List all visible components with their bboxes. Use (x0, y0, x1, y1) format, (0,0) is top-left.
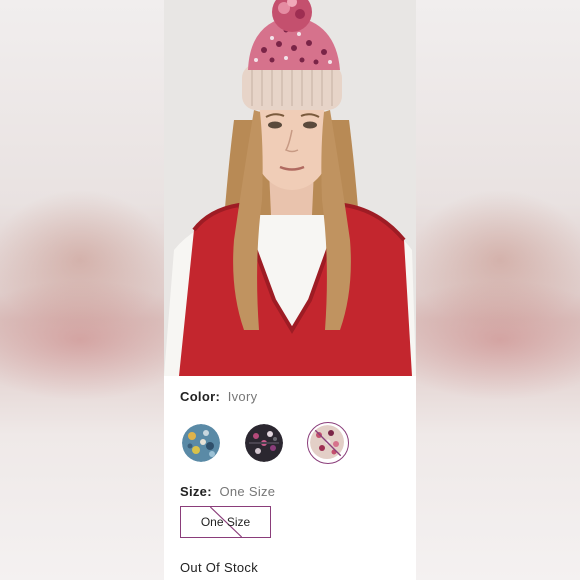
color-swatches (180, 422, 400, 464)
swatch-black-multi[interactable] (245, 424, 283, 462)
color-label: Color: (180, 389, 221, 404)
swatch-unavailable-icon (310, 425, 344, 459)
size-option-label: One Size (200, 515, 251, 529)
swatch-blue-multi[interactable] (182, 424, 220, 462)
swatch-pattern-icon (182, 424, 220, 462)
swatch-ivory-fill (310, 425, 346, 461)
swatch-ivory[interactable] (307, 422, 349, 464)
size-selector-label: Size: One Size (180, 484, 275, 499)
product-photo (164, 0, 416, 376)
color-selector-label: Color: Ivory (180, 389, 257, 404)
stock-status: Out Of Stock (180, 560, 259, 575)
size-label: Size: (180, 484, 212, 499)
product-panel: Color: Ivory Size: One Size One Size Out… (164, 0, 416, 580)
size-option-one-size[interactable]: One Size (180, 506, 271, 538)
swatch-pattern-icon (245, 424, 283, 462)
color-value: Ivory (227, 389, 258, 404)
size-value: One Size (219, 484, 276, 499)
